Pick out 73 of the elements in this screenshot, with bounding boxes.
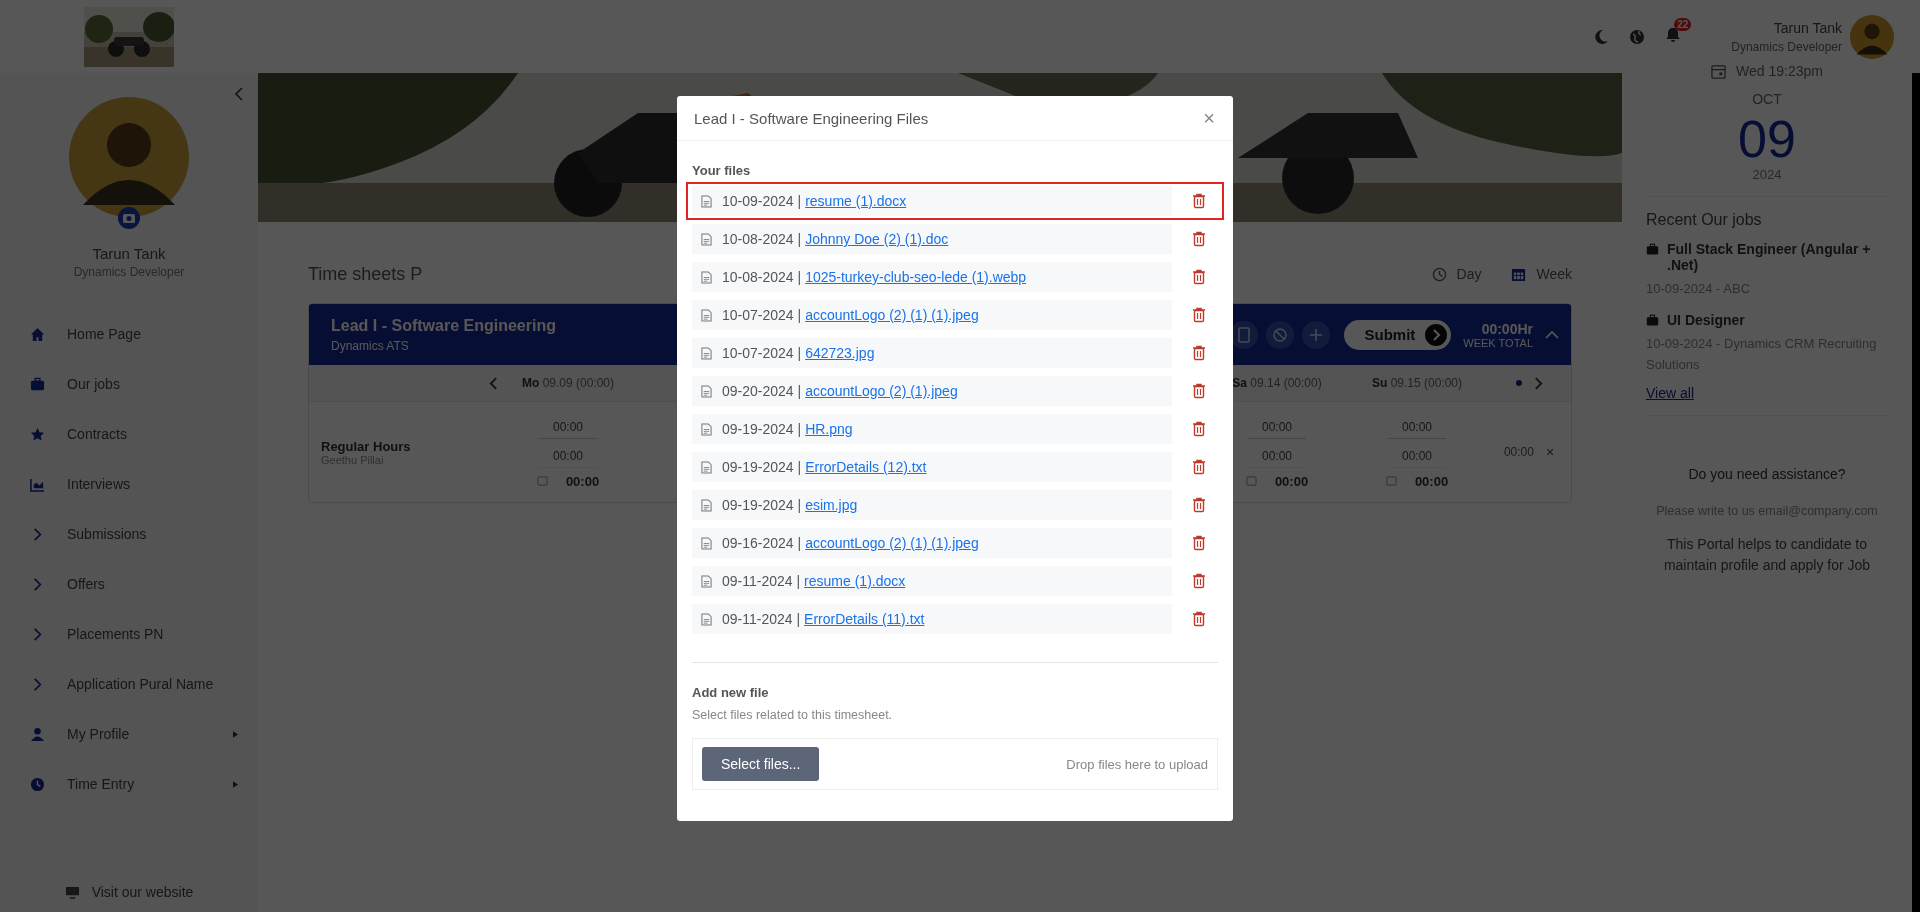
- menu-item[interactable]: Submissions: [0, 509, 258, 559]
- menu-item[interactable]: Time Entry: [0, 759, 258, 809]
- card-subtitle: Dynamics ATS: [331, 338, 410, 353]
- file-date: 10-07-2024 |: [722, 307, 802, 323]
- website-link[interactable]: Visit our website: [64, 884, 194, 900]
- menu-item[interactable]: Home Page: [0, 309, 258, 359]
- menu-item[interactable]: My Profile: [0, 709, 258, 759]
- job-title[interactable]: Full Stack Engineer (Angular + .Net): [1667, 241, 1888, 273]
- notification-badge: 22: [1674, 17, 1692, 31]
- view-toggle[interactable]: Week: [1511, 266, 1572, 282]
- file-link[interactable]: esim.jpg: [805, 497, 858, 513]
- file-date: 09-19-2024 |: [722, 497, 802, 513]
- file-link[interactable]: ErrorDetails (11).txt: [804, 611, 925, 627]
- hours-input[interactable]: 00:00: [1248, 415, 1306, 439]
- file-date: 09-19-2024 |: [722, 459, 802, 475]
- dialog-title: Lead I - Software Engineering Files: [694, 109, 929, 127]
- section-title: Recent Our jobs: [1646, 211, 1763, 229]
- file-link[interactable]: accountLogo (2) (1).jpeg: [805, 383, 958, 399]
- page-title: Time sheets P: [308, 263, 423, 285]
- section-heading: Add new file: [692, 685, 770, 700]
- assistance-title: Do you need assistance?: [1688, 466, 1846, 483]
- user-name: Tarun Tank: [1773, 19, 1842, 36]
- file-date: 09-11-2024 |: [722, 611, 801, 627]
- profile-name: Tarun Tank: [92, 245, 166, 262]
- file-link[interactable]: 642723.jpg: [805, 345, 875, 361]
- file-link[interactable]: accountLogo (2) (1) (1).jpeg: [805, 535, 979, 551]
- card-title: Lead I - Software Engineering: [331, 316, 556, 335]
- upload-hint: Select files related to this timesheet.: [692, 708, 894, 722]
- menu-item[interactable]: Interviews: [0, 459, 258, 509]
- remove-button[interactable]: ×: [1545, 444, 1555, 460]
- submit-button[interactable]: Submit: [1344, 319, 1452, 350]
- file-date: 10-09-2024 |: [722, 193, 802, 209]
- file-link[interactable]: resume (1).docx: [804, 573, 906, 589]
- file-date: 10-07-2024 |: [722, 345, 802, 361]
- hours-input[interactable]: 00:00: [1388, 415, 1446, 439]
- drop-zone[interactable]: Select files... Drop files here to upload: [692, 738, 1218, 790]
- planned-hours: 00:00: [539, 444, 597, 468]
- hours-input[interactable]: 00:00: [539, 415, 597, 439]
- planned-hours: 00:00: [1248, 444, 1306, 468]
- planned-hours: 00:00: [1388, 444, 1446, 468]
- day-total: 00:00: [565, 473, 600, 489]
- file-date: 10-08-2024 |: [722, 269, 802, 285]
- file-date: 09-19-2024 |: [722, 421, 802, 437]
- select-files-button[interactable]: Select files...: [702, 747, 820, 781]
- job-title[interactable]: UI Designer: [1667, 311, 1745, 328]
- week-total: 00:00Hr: [1481, 320, 1533, 337]
- file-date: 09-11-2024 |: [722, 573, 801, 589]
- view-all-link[interactable]: View all: [1646, 385, 1888, 402]
- file-link[interactable]: ErrorDetails (12).txt: [805, 459, 927, 475]
- portal-note: This Portal helps to candidate to maintain profile and apply for Job: [1662, 535, 1872, 576]
- menu-item[interactable]: Our jobs: [0, 359, 258, 409]
- day-total: 00:00: [1274, 473, 1309, 489]
- menu-item[interactable]: Offers: [0, 559, 258, 609]
- file-link[interactable]: accountLogo (2) (1) (1).jpeg: [805, 307, 979, 323]
- row-total: 00:00: [1503, 445, 1534, 459]
- menu-item[interactable]: Application Pural Name: [0, 659, 258, 709]
- drop-hint: Drop files here to upload: [1066, 756, 1208, 772]
- file-link[interactable]: HR.png: [805, 421, 853, 437]
- view-toggle[interactable]: Day: [1431, 266, 1482, 282]
- row-label: Regular Hours: [321, 438, 412, 454]
- file-link[interactable]: resume (1).docx: [805, 193, 907, 209]
- section-heading: Your files: [692, 163, 752, 178]
- close-button[interactable]: ×: [1203, 106, 1215, 130]
- day-total: 00:00: [1414, 473, 1449, 489]
- menu-item[interactable]: Contracts: [0, 409, 258, 459]
- day-number: 09: [1738, 113, 1796, 165]
- week-total-label: WEEK TOTAL: [1463, 336, 1533, 349]
- file-link[interactable]: Johnny Doe (2) (1).doc: [805, 231, 949, 247]
- file-link[interactable]: 1025-turkey-club-seo-lede (1).webp: [805, 269, 1027, 285]
- file-date: 09-16-2024 |: [722, 535, 802, 551]
- file-date: 09-20-2024 |: [722, 383, 802, 399]
- file-date: 10-08-2024 |: [722, 231, 802, 247]
- menu-item[interactable]: Placements PN: [0, 609, 258, 659]
